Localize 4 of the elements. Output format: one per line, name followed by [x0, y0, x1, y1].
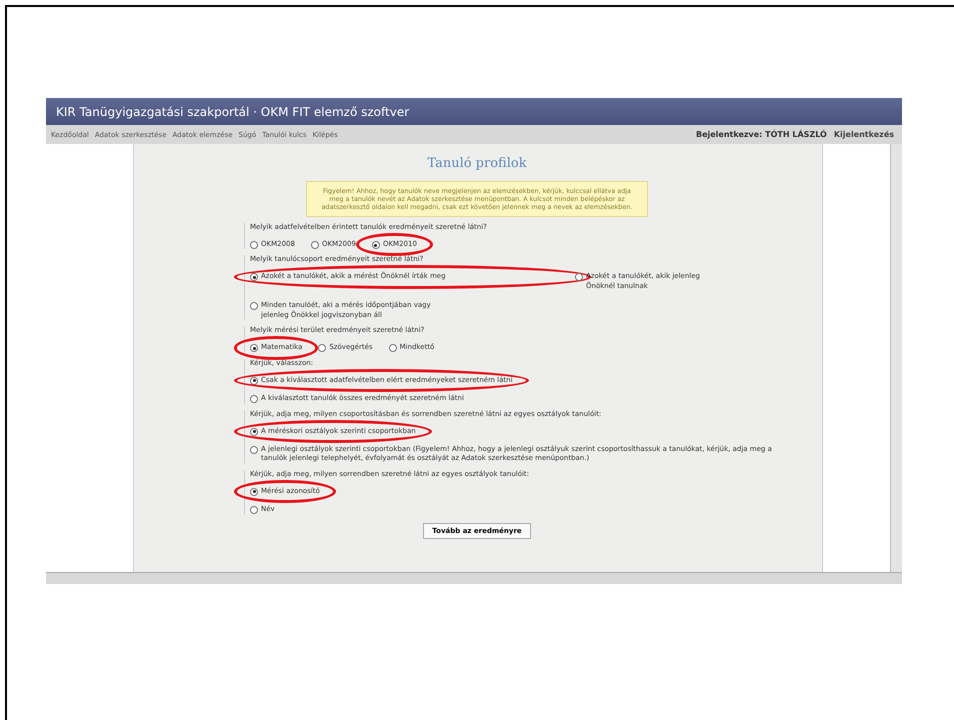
login-label: Bejelentkezve: TÓTH LÁSZLÓ — [696, 130, 827, 139]
window-title: KIR Tanügyigazgatási szakportál · OKM FIT elemző szoftver — [56, 104, 410, 118]
page-heading: Tanuló profilok — [426, 156, 528, 171]
logout-link[interactable]: Kijelentkezés — [834, 130, 894, 139]
